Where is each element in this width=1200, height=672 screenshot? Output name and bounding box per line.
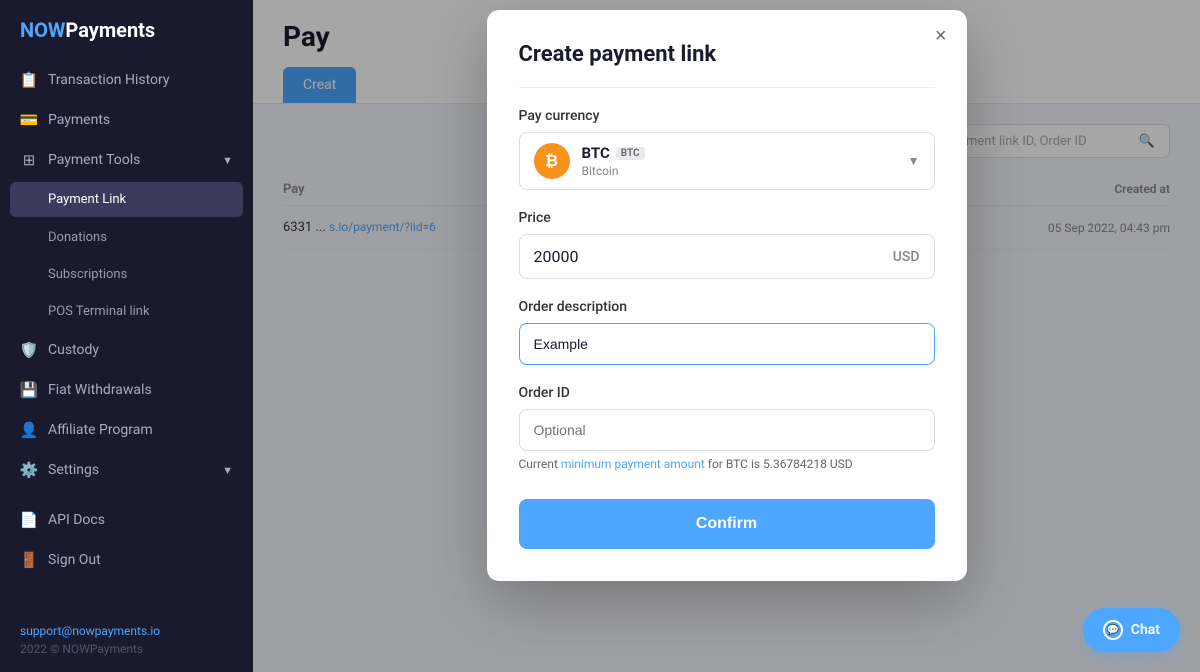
currency-name: BTC BTC — [582, 144, 896, 162]
sidebar-item-payment-tools[interactable]: ⊞ Payment Tools ▼ — [0, 140, 253, 180]
transaction-history-icon: 📋 — [20, 71, 38, 89]
sidebar-item-sign-out[interactable]: 🚪 Sign Out — [0, 540, 253, 580]
support-email-link[interactable]: support@nowpayments.io — [20, 624, 160, 638]
sidebar-nav: 📋 Transaction History 💳 Payments ⊞ Payme… — [0, 60, 253, 612]
sidebar-item-donations[interactable]: Donations — [0, 219, 253, 256]
order-description-input[interactable] — [519, 323, 935, 365]
sidebar-item-custody[interactable]: 🛡️ Custody — [0, 330, 253, 370]
btc-symbol: ₿ — [545, 151, 558, 171]
currency-selector[interactable]: ₿ BTC BTC Bitcoin ▼ — [519, 132, 935, 190]
sidebar-item-payments[interactable]: 💳 Payments — [0, 100, 253, 140]
sidebar-item-affiliate-program[interactable]: 👤 Affiliate Program — [0, 410, 253, 450]
sidebar-label-subscriptions: Subscriptions — [48, 267, 127, 282]
hint-suffix: for BTC is 5.36784218 USD — [705, 457, 853, 471]
sidebar-item-pos-terminal[interactable]: POS Terminal link — [0, 293, 253, 330]
currency-full-name: Bitcoin — [582, 164, 896, 178]
sidebar-item-fiat-withdrawals[interactable]: 💾 Fiat Withdrawals — [0, 370, 253, 410]
sidebar-label-payment-link: Payment Link — [48, 192, 126, 207]
payment-tools-icon: ⊞ — [20, 151, 38, 169]
sidebar-label-api-docs: API Docs — [48, 512, 105, 528]
sidebar-label-payment-tools: Payment Tools — [48, 152, 140, 168]
price-label: Price — [519, 210, 935, 226]
price-currency: USD — [893, 249, 920, 265]
chat-button[interactable]: 💬 Chat — [1083, 608, 1180, 652]
modal-divider — [519, 87, 935, 88]
minimum-payment-link[interactable]: minimum payment amount — [561, 457, 705, 471]
chat-label: Chat — [1131, 622, 1160, 638]
sidebar: NOWPayments 📋 Transaction History 💳 Paym… — [0, 0, 253, 672]
sidebar-label-pos-terminal: POS Terminal link — [48, 304, 150, 319]
sidebar-label-transaction-history: Transaction History — [48, 72, 170, 88]
sidebar-logo: NOWPayments — [0, 0, 253, 60]
sign-out-icon: 🚪 — [20, 551, 38, 569]
sidebar-label-donations: Donations — [48, 230, 107, 245]
payments-icon: 💳 — [20, 111, 38, 129]
pay-currency-label: Pay currency — [519, 108, 935, 124]
order-id-label: Order ID — [519, 385, 935, 401]
sidebar-label-custody: Custody — [48, 342, 99, 358]
copyright-text: 2022 © NOWPayments — [20, 642, 233, 656]
currency-badge: BTC — [616, 147, 645, 160]
price-input-container[interactable]: 20000 USD — [519, 234, 935, 279]
modal-title: Create payment link — [519, 42, 935, 67]
payment-tools-arrow: ▼ — [222, 154, 233, 167]
order-description-label: Order description — [519, 299, 935, 315]
modal-create-payment-link: × Create payment link Pay currency ₿ BTC… — [487, 10, 967, 581]
hint-prefix: Current — [519, 457, 561, 471]
custody-icon: 🛡️ — [20, 341, 38, 359]
sidebar-label-fiat-withdrawals: Fiat Withdrawals — [48, 382, 152, 398]
order-description-group: Order description — [519, 299, 935, 365]
sidebar-item-payment-link[interactable]: Payment Link — [10, 182, 243, 217]
currency-symbol-text: BTC — [582, 144, 610, 162]
sidebar-item-settings[interactable]: ⚙️ Settings ▼ — [0, 450, 253, 490]
pay-currency-group: Pay currency ₿ BTC BTC Bitcoin ▼ — [519, 108, 935, 190]
price-value: 20000 — [534, 247, 893, 266]
settings-icon: ⚙️ — [20, 461, 38, 479]
sidebar-item-transaction-history[interactable]: 📋 Transaction History — [0, 60, 253, 100]
logo-payments: Payments — [65, 18, 155, 42]
sidebar-label-payments: Payments — [48, 112, 110, 128]
sidebar-label-affiliate-program: Affiliate Program — [48, 422, 153, 438]
logo-now: NOW — [20, 18, 65, 42]
sidebar-item-api-docs[interactable]: 📄 API Docs — [0, 500, 253, 540]
order-id-input[interactable] — [519, 409, 935, 451]
currency-info: BTC BTC Bitcoin — [582, 144, 896, 178]
price-group: Price 20000 USD — [519, 210, 935, 279]
sidebar-footer: support@nowpayments.io 2022 © NOWPayment… — [0, 612, 253, 672]
currency-dropdown-arrow: ▼ — [908, 154, 920, 168]
confirm-button[interactable]: Confirm — [519, 499, 935, 549]
modal-close-button[interactable]: × — [935, 26, 947, 46]
sidebar-label-settings: Settings — [48, 462, 99, 478]
fiat-withdrawals-icon: 💾 — [20, 381, 38, 399]
main-content: Pay Creat ⇅ Payment link ID, Order ID 🔍 … — [253, 0, 1200, 672]
minimum-payment-hint: Current minimum payment amount for BTC i… — [519, 457, 935, 471]
settings-arrow: ▼ — [222, 464, 233, 477]
modal-overlay: × Create payment link Pay currency ₿ BTC… — [253, 0, 1200, 672]
btc-icon: ₿ — [534, 143, 570, 179]
sidebar-label-sign-out: Sign Out — [48, 552, 101, 568]
affiliate-icon: 👤 — [20, 421, 38, 439]
api-docs-icon: 📄 — [20, 511, 38, 529]
sidebar-item-subscriptions[interactable]: Subscriptions — [0, 256, 253, 293]
chat-icon: 💬 — [1103, 620, 1123, 640]
order-id-group: Order ID Current minimum payment amount … — [519, 385, 935, 471]
